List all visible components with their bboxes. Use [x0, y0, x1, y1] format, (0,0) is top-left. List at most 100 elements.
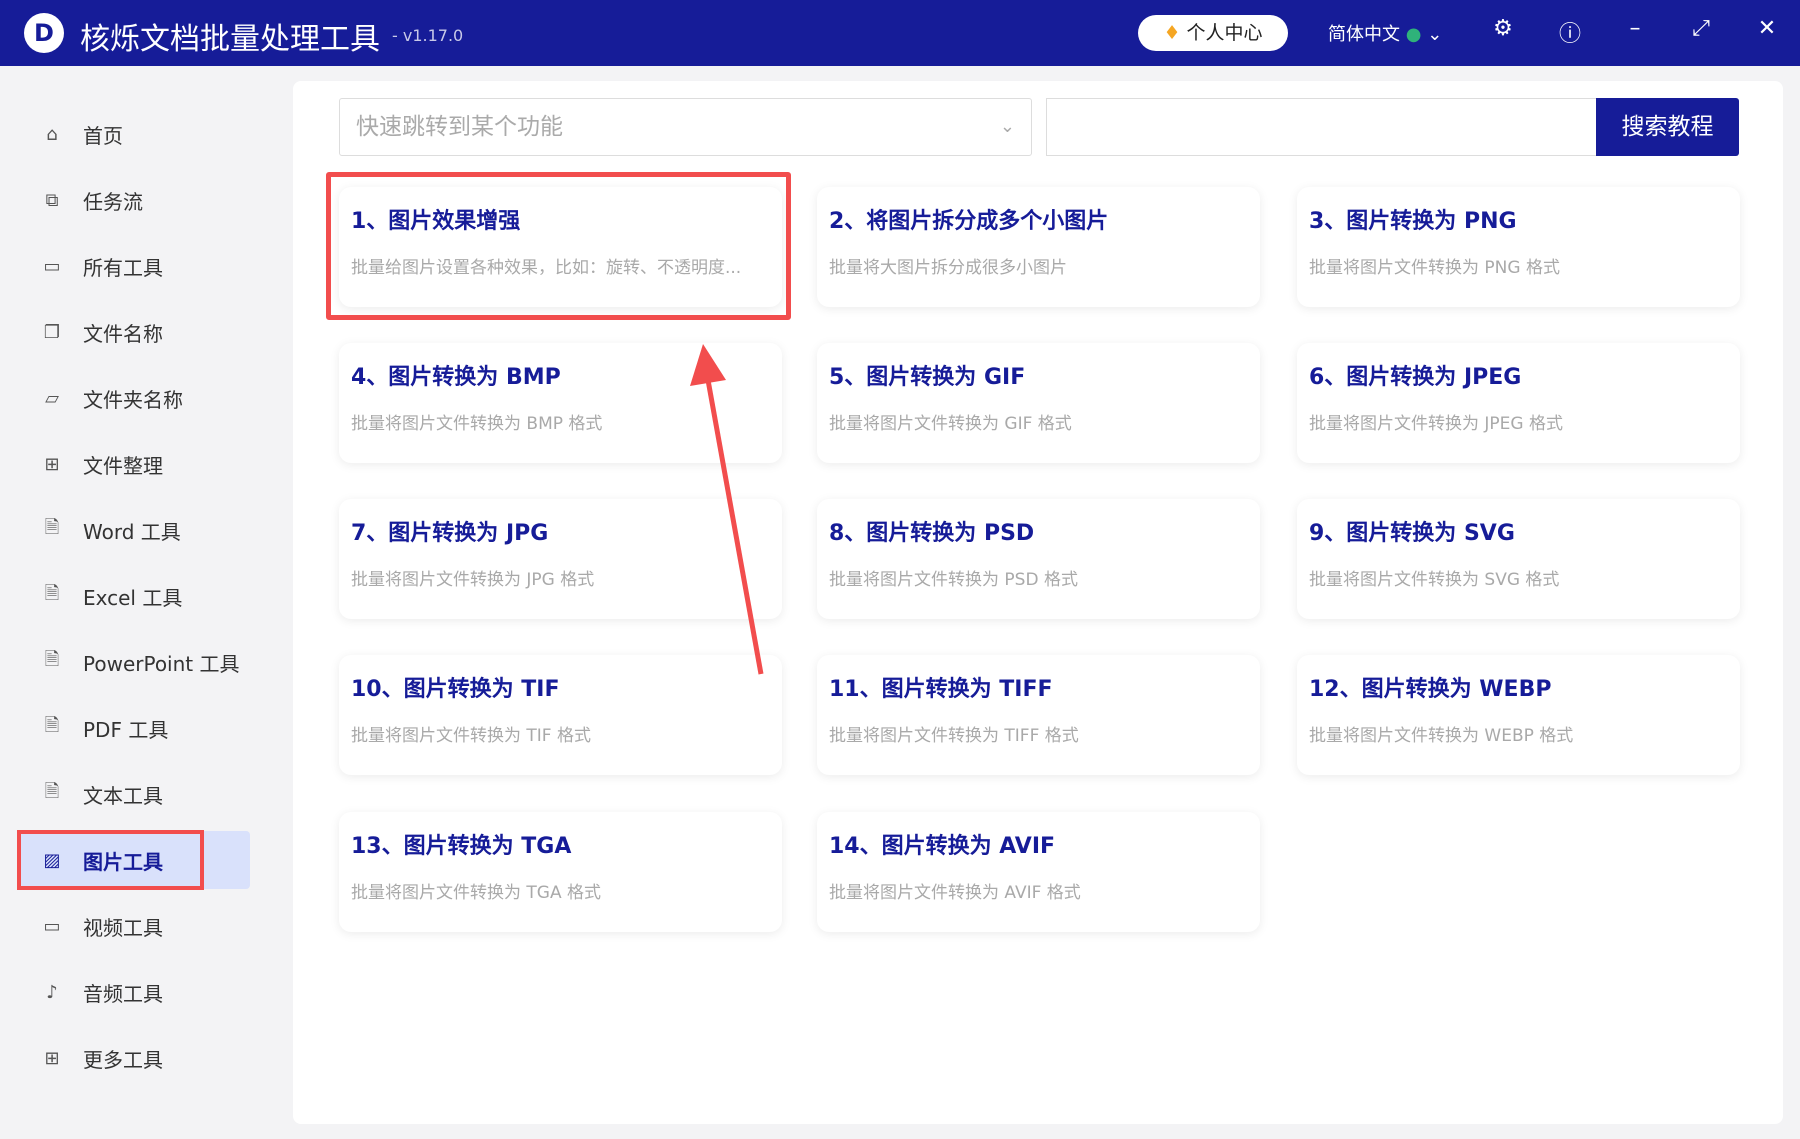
sidebar-item-label: PDF 工具 — [83, 717, 169, 742]
chevron-down-icon: ⌄ — [1427, 24, 1443, 45]
monitor-icon: ▭ — [43, 255, 61, 277]
app-version: - v1.17.0 — [392, 26, 464, 45]
gear-icon[interactable]: ⚙ — [1488, 16, 1518, 41]
tool-title: 4、图片转换为 BMP — [351, 365, 561, 390]
file-copy-icon: ❐ — [43, 321, 61, 343]
tool-description: 批量将大图片拆分成很多小图片 — [829, 258, 1067, 278]
sidebar-item-label: 文本工具 — [83, 783, 163, 808]
quick-jump-dropdown[interactable]: 快速跳转到某个功能 ⌄ — [339, 98, 1032, 156]
sidebar-item-label: 更多工具 — [83, 1047, 163, 1072]
sidebar-item-label: 文件整理 — [83, 453, 163, 478]
user-center-button[interactable]: ♦ 个人中心 — [1138, 15, 1288, 51]
sidebar-item[interactable]: ⌂ 首页 — [17, 105, 250, 163]
tool-card[interactable]: 4、图片转换为 BMP 批量将图片文件转换为 BMP 格式 — [339, 343, 782, 463]
video-icon: ▭ — [43, 915, 61, 937]
tool-title: 6、图片转换为 JPEG — [1309, 365, 1522, 390]
tool-card[interactable]: 8、图片转换为 PSD 批量将图片文件转换为 PSD 格式 — [817, 499, 1260, 619]
tool-title: 9、图片转换为 SVG — [1309, 521, 1515, 546]
sidebar-item[interactable]: ▱ 文件夹名称 — [17, 369, 250, 427]
maximize-icon[interactable]: ⤢ — [1686, 16, 1716, 41]
tool-description: 批量将图片文件转换为 BMP 格式 — [351, 414, 603, 434]
sidebar-item[interactable]: ⊞ 文件整理 — [17, 435, 250, 493]
close-icon[interactable]: ✕ — [1752, 16, 1782, 41]
tool-title: 3、图片转换为 PNG — [1309, 209, 1517, 234]
workflow-icon: ⧉ — [45, 189, 59, 211]
sidebar-item[interactable]: ⊞ 更多工具 — [17, 1029, 250, 1087]
minimize-icon[interactable]: – — [1620, 16, 1650, 41]
dropdown-placeholder: 快速跳转到某个功能 — [356, 114, 563, 140]
sidebar-item-label: Excel 工具 — [83, 585, 183, 610]
folder-icon: ▱ — [45, 387, 59, 409]
tool-card[interactable]: 13、图片转换为 TGA 批量将图片文件转换为 TGA 格式 — [339, 812, 782, 932]
tool-description: 批量将图片文件转换为 SVG 格式 — [1309, 570, 1560, 590]
word-icon: 🗎 — [44, 517, 60, 538]
sidebar-item[interactable]: ⧉ 任务流 — [17, 171, 250, 229]
tool-description: 批量将图片文件转换为 PSD 格式 — [829, 570, 1078, 590]
tool-description: 批量将图片文件转换为 TIFF 格式 — [829, 726, 1079, 746]
title-bar: D 核烁文档批量处理工具 - v1.17.0 ♦ 个人中心 简体中文 ● ⌄ ⚙ … — [0, 0, 1800, 66]
chevron-down-icon: ⌄ — [999, 116, 1015, 137]
tool-description: 批量将图片文件转换为 AVIF 格式 — [829, 883, 1081, 903]
tool-card[interactable]: 5、图片转换为 GIF 批量将图片文件转换为 GIF 格式 — [817, 343, 1260, 463]
sidebar-item[interactable]: 🗎 Excel 工具 — [17, 567, 250, 625]
sidebar-item-label: 视频工具 — [83, 915, 163, 940]
tool-card[interactable]: 14、图片转换为 AVIF 批量将图片文件转换为 AVIF 格式 — [817, 812, 1260, 932]
text-icon: 🗎 — [44, 781, 60, 802]
powerpoint-icon: 🗎 — [44, 649, 60, 670]
tool-title: 11、图片转换为 TIFF — [829, 677, 1053, 702]
tool-description: 批量将图片文件转换为 PNG 格式 — [1309, 258, 1560, 278]
app-title: 核烁文档批量处理工具 — [80, 22, 380, 57]
user-center-label: 个人中心 — [1186, 22, 1263, 44]
tool-title: 8、图片转换为 PSD — [829, 521, 1035, 546]
sidebar-item-label: 音频工具 — [83, 981, 163, 1006]
tool-description: 批量将图片文件转换为 TGA 格式 — [351, 883, 601, 903]
tool-card[interactable]: 3、图片转换为 PNG 批量将图片文件转换为 PNG 格式 — [1297, 187, 1740, 307]
tool-card[interactable]: 7、图片转换为 JPG 批量将图片文件转换为 JPG 格式 — [339, 499, 782, 619]
organize-icon: ⊞ — [44, 453, 60, 475]
tool-title: 5、图片转换为 GIF — [829, 365, 1026, 390]
sidebar-item[interactable]: ▭ 所有工具 — [17, 237, 250, 295]
search-input[interactable] — [1046, 98, 1598, 156]
sidebar-item-label: 所有工具 — [83, 255, 163, 280]
tool-title: 14、图片转换为 AVIF — [829, 834, 1056, 859]
language-select[interactable]: 简体中文 ● ⌄ — [1328, 20, 1442, 46]
tool-title: 2、将图片拆分成多个小图片 — [829, 209, 1109, 234]
card-highlight-box — [326, 172, 791, 320]
sidebar: ⌂ 首页 ⧉ 任务流 ▭ 所有工具 ❐ 文件名称 ▱ 文件夹名称 ⊞ 文件整理 🗎 Word 工具 🗎 Exc… — [0, 66, 252, 1139]
tool-description: 批量将图片文件转换为 JPEG 格式 — [1309, 414, 1563, 434]
app-logo-icon: D — [24, 13, 64, 53]
tool-description: 批量将图片文件转换为 GIF 格式 — [829, 414, 1072, 434]
excel-icon: 🗎 — [44, 583, 60, 604]
grid-icon: ⊞ — [44, 1047, 60, 1069]
help-icon[interactable]: ⓘ — [1555, 16, 1585, 48]
tool-description: 批量将图片文件转换为 TIF 格式 — [351, 726, 591, 746]
tool-card[interactable]: 12、图片转换为 WEBP 批量将图片文件转换为 WEBP 格式 — [1297, 655, 1740, 775]
search-tutorial-button[interactable]: 搜索教程 — [1596, 98, 1739, 156]
sidebar-item[interactable]: 🗎 Word 工具 — [17, 501, 250, 559]
sidebar-item[interactable]: 🗎 文本工具 — [17, 765, 250, 823]
diamond-icon: ♦ — [1163, 22, 1181, 44]
tool-description: 批量将图片文件转换为 WEBP 格式 — [1309, 726, 1574, 746]
sidebar-item[interactable]: ♪ 音频工具 — [17, 963, 250, 1021]
tool-card[interactable]: 2、将图片拆分成多个小图片批量将大图片拆分成很多小图片 — [817, 187, 1260, 307]
sidebar-item[interactable]: ❐ 文件名称 — [17, 303, 250, 361]
tool-title: 10、图片转换为 TIF — [351, 677, 560, 702]
language-label: 简体中文 — [1328, 24, 1400, 45]
globe-icon: ● — [1405, 24, 1422, 45]
tool-card[interactable]: 9、图片转换为 SVG 批量将图片文件转换为 SVG 格式 — [1297, 499, 1740, 619]
tool-card[interactable]: 11、图片转换为 TIFF 批量将图片文件转换为 TIFF 格式 — [817, 655, 1260, 775]
tool-card[interactable]: 10、图片转换为 TIF 批量将图片文件转换为 TIF 格式 — [339, 655, 782, 775]
sidebar-item[interactable]: 🗎 PDF 工具 — [17, 699, 250, 757]
sidebar-item-label: PowerPoint 工具 — [83, 651, 240, 676]
tool-card[interactable]: 6、图片转换为 JPEG 批量将图片文件转换为 JPEG 格式 — [1297, 343, 1740, 463]
sidebar-item-label: 任务流 — [83, 189, 143, 214]
sidebar-item-label: 首页 — [83, 123, 123, 148]
sidebar-item[interactable]: ▭ 视频工具 — [17, 897, 250, 955]
sidebar-highlight-box — [17, 830, 204, 890]
tool-description: 批量将图片文件转换为 JPG 格式 — [351, 570, 595, 590]
tool-title: 7、图片转换为 JPG — [351, 521, 549, 546]
tool-title: 13、图片转换为 TGA — [351, 834, 572, 859]
sidebar-item-label: 文件夹名称 — [83, 387, 183, 412]
sidebar-item[interactable]: 🗎 PowerPoint 工具 — [17, 633, 250, 691]
sidebar-item-label: 文件名称 — [83, 321, 163, 346]
